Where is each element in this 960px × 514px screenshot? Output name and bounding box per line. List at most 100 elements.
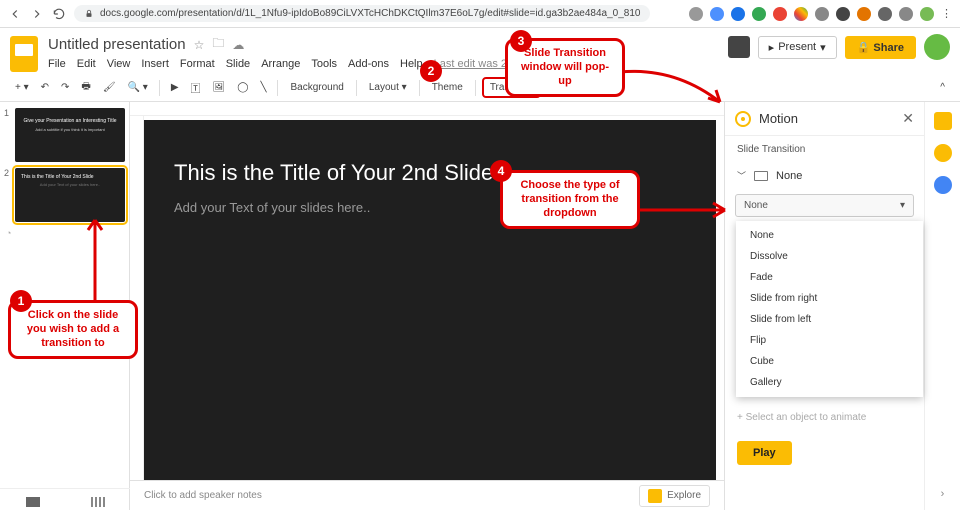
menu-view[interactable]: View [107, 58, 131, 70]
menu-file[interactable]: File [48, 58, 66, 70]
ext-icon[interactable] [899, 7, 913, 21]
dd-option-fade[interactable]: Fade [736, 267, 923, 288]
ext-icon[interactable] [857, 7, 871, 21]
annotation-badge-2: 2 [420, 60, 442, 82]
close-icon[interactable]: ✕ [902, 110, 914, 127]
slide-icon [754, 171, 768, 181]
reload-icon[interactable] [52, 7, 66, 21]
lock-icon [84, 9, 94, 19]
menu-arrange[interactable]: Arrange [261, 58, 300, 70]
motion-panel-title: Motion [759, 111, 798, 126]
side-rail: › [924, 102, 960, 510]
undo-button[interactable]: ↶ [36, 79, 54, 96]
explore-button[interactable]: Explore [639, 485, 710, 507]
dd-option-flip[interactable]: Flip [736, 330, 923, 351]
ruler-vertical [130, 116, 144, 480]
thumb-number: 1 [4, 108, 12, 162]
ext-icon[interactable] [731, 7, 745, 21]
present-button[interactable]: ▸ Present ▾ [758, 36, 837, 59]
share-label: Share [873, 42, 904, 54]
menu-addons[interactable]: Add-ons [348, 58, 389, 70]
dd-option-slide-right[interactable]: Slide from right [736, 288, 923, 309]
annotation-arrow [80, 210, 110, 300]
slides-logo[interactable] [10, 36, 38, 72]
play-button[interactable]: Play [737, 441, 792, 465]
line-tool[interactable]: ╲ [255, 79, 271, 96]
grid-view-icon[interactable] [91, 497, 105, 507]
comments-icon[interactable] [728, 36, 750, 58]
dd-option-cube[interactable]: Cube [736, 351, 923, 372]
dd-option-slide-left[interactable]: Slide from left [736, 309, 923, 330]
shape-tool[interactable]: ◯ [232, 79, 253, 96]
ext-icon[interactable] [878, 7, 892, 21]
filmstrip-view-icon[interactable] [26, 497, 40, 507]
background-button[interactable]: Background [284, 79, 349, 96]
calendar-icon[interactable] [934, 112, 952, 130]
chevron-down-icon: ﹀ [737, 169, 746, 182]
speaker-notes[interactable]: Click to add speaker notes Explore [130, 480, 724, 510]
layout-button[interactable]: Layout ▾ [363, 79, 413, 96]
transition-summary-row[interactable]: ﹀ None [725, 163, 924, 188]
ext-icon[interactable] [836, 7, 850, 21]
motion-panel: Motion ✕ Slide Transition ﹀ None None ▾ … [724, 102, 924, 510]
print-button[interactable]: 🖶 [76, 76, 95, 99]
account-avatar[interactable] [924, 34, 950, 60]
transition-select-value: None [744, 200, 768, 211]
motion-icon [735, 111, 751, 127]
select-object-hint: Select an object to animate [725, 402, 924, 433]
present-label: Present [778, 41, 816, 53]
share-button[interactable]: 🔒 Share [845, 36, 916, 59]
expand-rail-icon[interactable]: › [941, 488, 945, 500]
ext-icon[interactable] [815, 7, 829, 21]
url-text: docs.google.com/presentation/d/1L_1Nfu9-… [100, 8, 640, 19]
caret-icon: ▾ [900, 200, 905, 211]
menu-insert[interactable]: Insert [141, 58, 169, 70]
image-tool[interactable]: 🖼 [208, 79, 231, 96]
extension-icons: ⋮ [689, 7, 952, 21]
app-header: Untitled presentation ☆ 🗀 ☁ File Edit Vi… [0, 28, 960, 74]
menu-tools[interactable]: Tools [311, 58, 337, 70]
ext-icon[interactable] [710, 7, 724, 21]
ext-icon[interactable] [773, 7, 787, 21]
browser-bar: docs.google.com/presentation/d/1L_1Nfu9-… [0, 0, 960, 28]
thumb-number: 2 [4, 168, 12, 222]
kebab-icon[interactable]: ⋮ [941, 7, 952, 21]
menu-bar: File Edit View Insert Format Slide Arran… [48, 58, 576, 70]
menu-edit[interactable]: Edit [77, 58, 96, 70]
menu-slide[interactable]: Slide [226, 58, 250, 70]
ext-icon[interactable] [752, 7, 766, 21]
ext-icon[interactable] [689, 7, 703, 21]
forward-icon[interactable] [30, 7, 44, 21]
ext-icon[interactable] [920, 7, 934, 21]
ext-icon[interactable] [794, 7, 808, 21]
transition-select[interactable]: None ▾ None Dissolve Fade Slide from rig… [735, 194, 914, 217]
annotation-badge-1: 1 [10, 290, 32, 312]
keep-icon[interactable] [934, 144, 952, 162]
new-slide-button[interactable]: + ▾ [10, 79, 34, 96]
zoom-button[interactable]: 🔍 ▾ [123, 79, 153, 96]
star-icon[interactable]: ☆ [194, 38, 205, 52]
textbox-tool[interactable]: 🅃 [186, 77, 206, 98]
annotation-badge-3: 3 [510, 30, 532, 52]
move-icon[interactable]: 🗀 [212, 34, 224, 55]
cloud-icon[interactable]: ☁ [232, 38, 244, 52]
tasks-icon[interactable] [934, 176, 952, 194]
dd-option-none[interactable]: None [736, 225, 923, 246]
menu-format[interactable]: Format [180, 58, 215, 70]
address-bar[interactable]: docs.google.com/presentation/d/1L_1Nfu9-… [74, 5, 650, 22]
select-tool[interactable]: ▶ [166, 79, 184, 96]
doc-title[interactable]: Untitled presentation [48, 36, 186, 53]
view-tabs [0, 488, 130, 514]
annotation-callout-4: Choose the type of transition from the d… [500, 170, 640, 229]
collapse-toolbar-icon[interactable]: ^ [935, 79, 950, 96]
dd-option-dissolve[interactable]: Dissolve [736, 246, 923, 267]
thumb-sub: Add your Text of your slides here.. [21, 182, 119, 187]
thumb-title: Give your Presentation an Interesting Ti… [21, 118, 119, 124]
thumbnail-1[interactable]: 1 Give your Presentation an Interesting … [4, 108, 125, 162]
redo-button[interactable]: ↷ [56, 79, 74, 96]
annotation-arrow [635, 200, 735, 230]
dd-option-gallery[interactable]: Gallery [736, 372, 923, 393]
thumb-title: This is the Title of Your 2nd Slide [21, 174, 119, 180]
paint-format-button[interactable]: 🖌 [98, 79, 121, 96]
back-icon[interactable] [8, 7, 22, 21]
